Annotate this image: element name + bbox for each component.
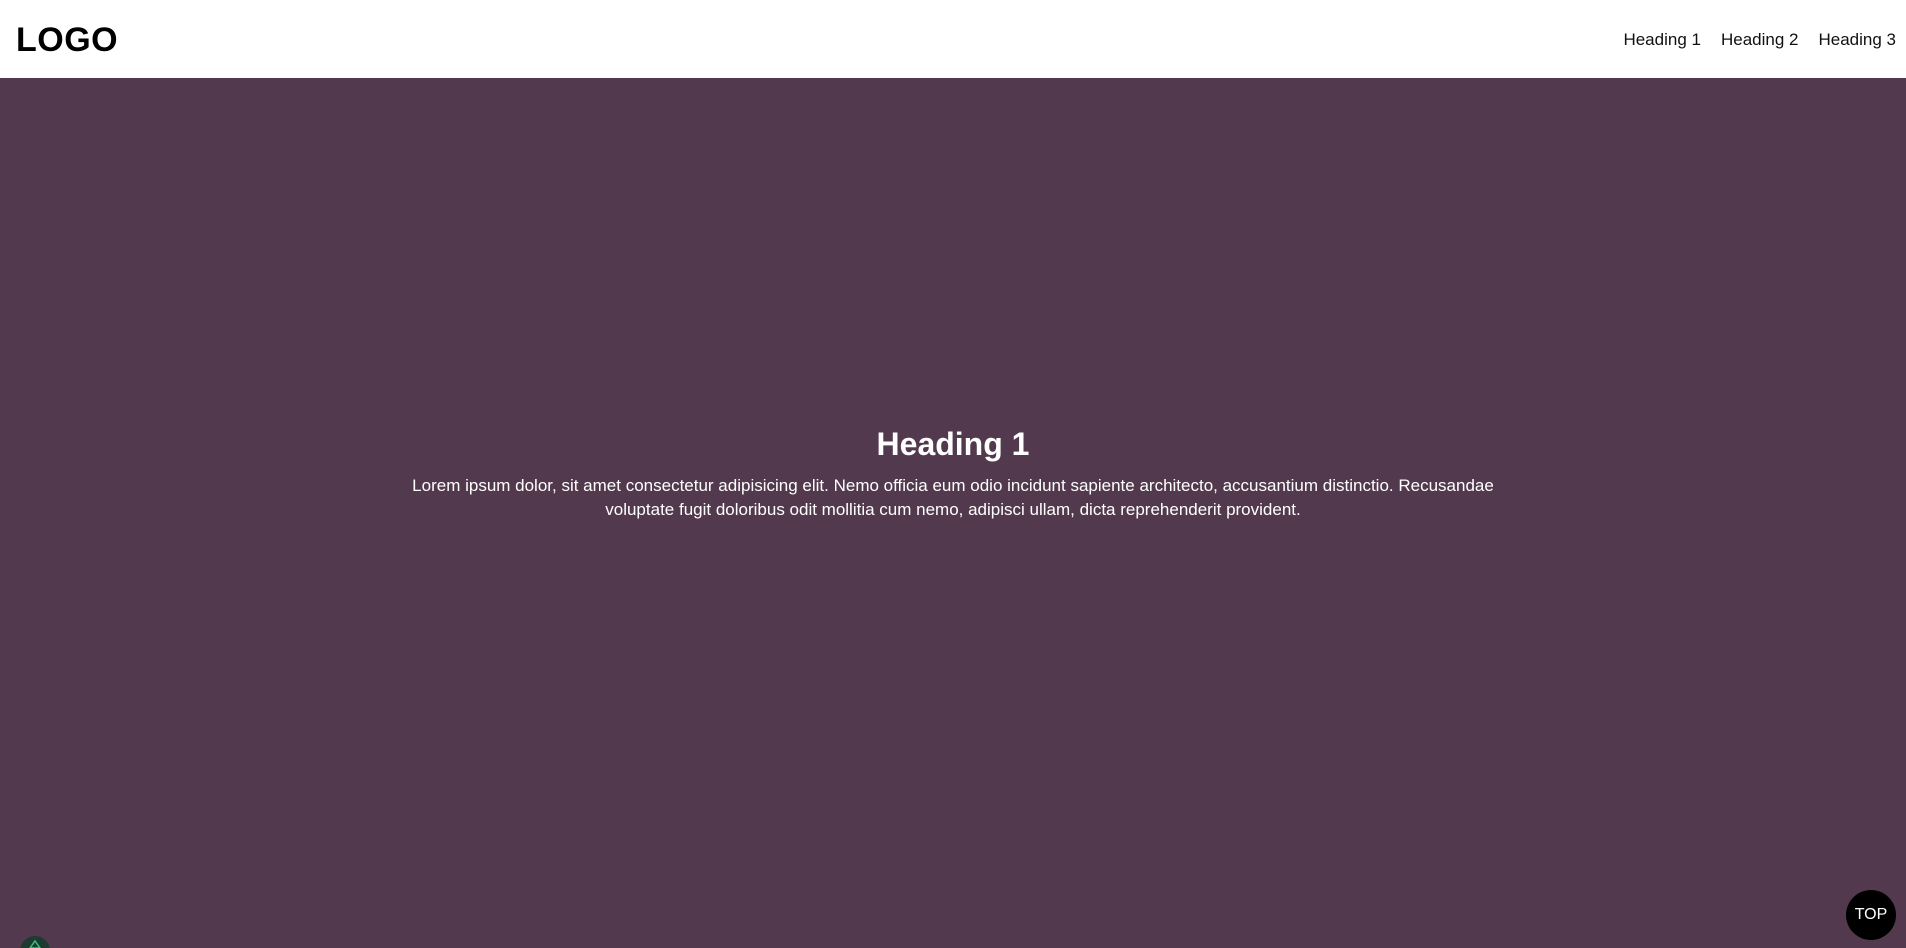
main-nav: Heading 1 Heading 2 Heading 3 bbox=[1623, 30, 1896, 50]
hero-title: Heading 1 bbox=[876, 426, 1030, 462]
page: LOGO Heading 1 Heading 2 Heading 3 Headi… bbox=[0, 0, 1906, 948]
nav-link-heading-2[interactable]: Heading 2 bbox=[1721, 30, 1799, 50]
hero-section: Heading 1 Lorem ipsum dolor, sit amet co… bbox=[0, 78, 1906, 948]
scroll-to-top-button[interactable]: TOP bbox=[1846, 890, 1896, 940]
corner-widget-button[interactable] bbox=[20, 936, 50, 948]
hero-description: Lorem ipsum dolor, sit amet consectetur … bbox=[412, 476, 1494, 519]
nav-link-heading-3[interactable]: Heading 3 bbox=[1818, 30, 1896, 50]
top-navigation-bar: LOGO Heading 1 Heading 2 Heading 3 bbox=[0, 0, 1906, 78]
logo[interactable]: LOGO bbox=[16, 21, 118, 60]
nav-link-heading-1[interactable]: Heading 1 bbox=[1623, 30, 1701, 50]
arrow-up-icon bbox=[29, 940, 41, 948]
